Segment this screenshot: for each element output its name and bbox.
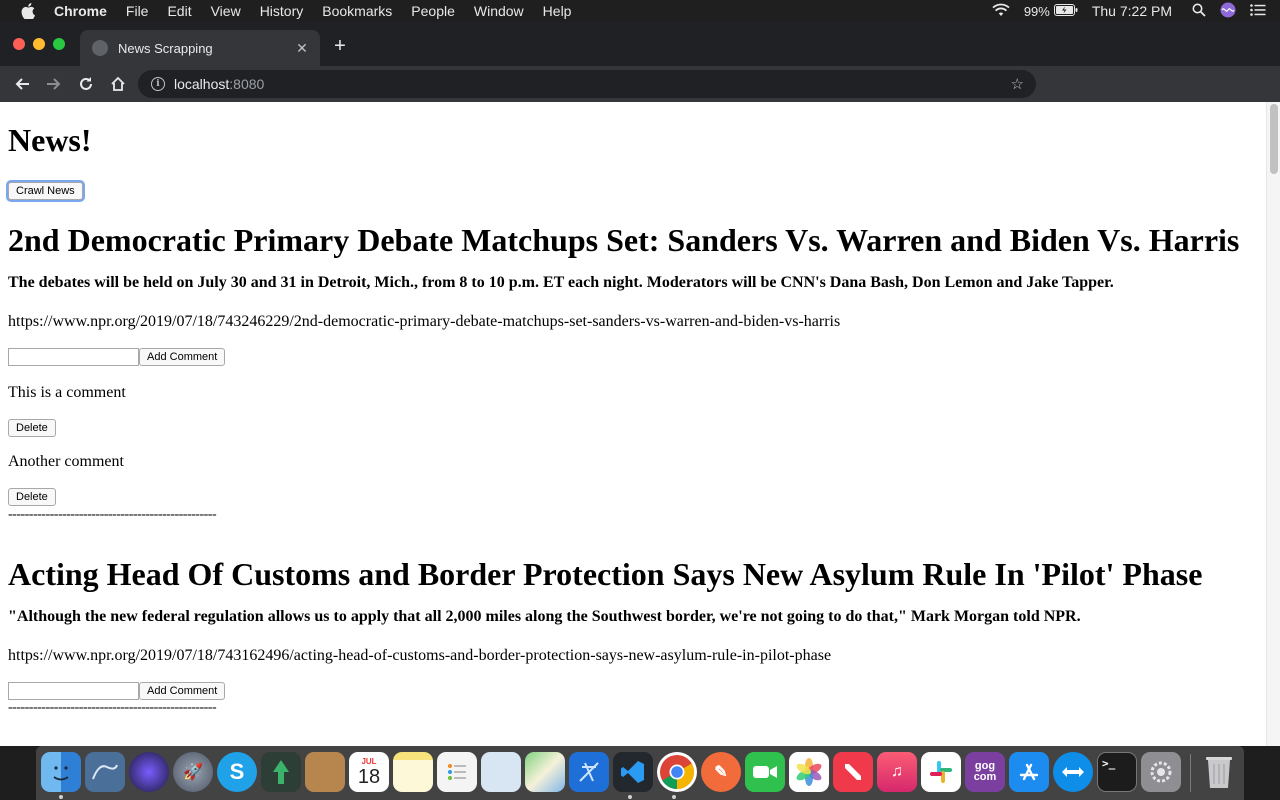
menu-file[interactable]: File (126, 3, 149, 19)
sketch-pencil-icon[interactable]: ✎ (701, 752, 741, 792)
chrome-running-indicator (672, 795, 676, 799)
zoom-window-button[interactable] (53, 38, 65, 50)
article: Acting Head Of Customs and Border Protec… (8, 556, 1266, 715)
menu-people[interactable]: People (411, 3, 455, 19)
trash-icon[interactable] (1199, 752, 1239, 792)
article: 2nd Democratic Primary Debate Matchups S… (8, 222, 1266, 522)
article-title: Acting Head Of Customs and Border Protec… (8, 556, 1203, 592)
menu-view[interactable]: View (211, 3, 241, 19)
article-separator: ----------------------------------------… (8, 700, 217, 715)
article-separator: ----------------------------------------… (8, 507, 217, 522)
itunes-music-icon[interactable]: ♫ (877, 752, 917, 792)
url-port: :8080 (229, 76, 265, 92)
calendar-month: JUL (361, 756, 377, 766)
facetime-icon[interactable] (745, 752, 785, 792)
notes-icon[interactable] (393, 752, 433, 792)
menu-history[interactable]: History (260, 3, 304, 19)
chrome-app-icon[interactable] (657, 752, 697, 792)
maps-icon[interactable] (525, 752, 565, 792)
page-scrollbar[interactable] (1266, 102, 1280, 746)
app-store-icon[interactable] (1009, 752, 1049, 792)
delete-comment-button[interactable]: Delete (8, 419, 56, 437)
gog-galaxy-icon[interactable]: gog com (965, 752, 1005, 792)
crawl-news-button[interactable]: Crawl News (8, 182, 83, 200)
comment-text: This is a comment (8, 384, 126, 401)
menu-bar: Chrome File Edit View History Bookmarks … (0, 0, 1280, 22)
site-info-icon[interactable]: i (151, 77, 165, 91)
skype-icon[interactable]: S (217, 752, 257, 792)
vscode-running-indicator (628, 795, 632, 799)
vscode-icon[interactable] (613, 752, 653, 792)
article-summary: "Although the new federal regulation all… (8, 608, 1081, 625)
siri-icon[interactable] (1220, 2, 1236, 21)
back-arrow-icon[interactable] (6, 70, 38, 98)
finder-icon[interactable] (41, 752, 81, 792)
launchpad-rocket-icon[interactable]: 🚀 (173, 752, 213, 792)
add-comment-button[interactable]: Add Comment (139, 682, 226, 700)
article-url: https://www.npr.org/2019/07/18/743246229… (8, 313, 841, 330)
article-url: https://www.npr.org/2019/07/18/743162496… (8, 647, 832, 664)
home-icon[interactable] (102, 70, 134, 98)
url-host: localhost (174, 76, 230, 92)
browser-toolbar: i localhost :8080 ☆ ⋮ (0, 66, 1280, 156)
photos-icon[interactable] (789, 752, 829, 792)
menu-app-name[interactable]: Chrome (54, 3, 107, 19)
xcode-icon[interactable] (569, 752, 609, 792)
menu-window[interactable]: Window (474, 3, 524, 19)
tab-title: News Scrapping (118, 40, 213, 56)
notification-center-icon[interactable] (1250, 3, 1266, 19)
article-title: 2nd Democratic Primary Debate Matchups S… (8, 222, 1240, 258)
system-preferences-gear-icon[interactable] (1141, 752, 1181, 792)
comment-text: Another comment (8, 453, 124, 470)
new-tab-plus-icon[interactable]: + (330, 36, 350, 56)
teamviewer-icon[interactable] (1053, 752, 1093, 792)
forward-arrow-icon[interactable] (38, 70, 70, 98)
sourcetree-icon[interactable] (261, 752, 301, 792)
dock: 🚀 S JUL 18 ✎ ♫ gog com >_ (36, 746, 1244, 800)
apple-icon[interactable] (20, 3, 36, 19)
mysql-workbench-icon[interactable] (85, 752, 125, 792)
status-area: 99% Thu 7:22 PM (992, 0, 1280, 22)
add-comment-row: Add Comment (8, 347, 1266, 367)
calendar-icon[interactable]: JUL 18 (349, 752, 389, 792)
article-summary: The debates will be held on July 30 and … (8, 274, 1114, 291)
menu-edit[interactable]: Edit (167, 3, 191, 19)
comment-input[interactable] (8, 348, 139, 366)
battery-percent: 99% (1023, 3, 1050, 19)
preview-photo-icon[interactable] (481, 752, 521, 792)
reload-icon[interactable] (70, 70, 102, 98)
siri-app-icon[interactable] (129, 752, 169, 792)
calendar-day: 18 (357, 765, 381, 788)
contacts-book-icon[interactable] (305, 752, 345, 792)
browser-tab[interactable]: News Scrapping ✕ (80, 30, 320, 66)
news-app-icon[interactable] (833, 752, 873, 792)
battery-icon[interactable] (1053, 3, 1078, 19)
page-viewport: News! Crawl News 2nd Democratic Primary … (0, 102, 1266, 746)
tab-favicon-globe-icon (92, 40, 108, 56)
add-comment-button[interactable]: Add Comment (139, 348, 226, 366)
wifi-icon[interactable] (992, 3, 1010, 20)
spotlight-search-icon[interactable] (1192, 3, 1206, 20)
dock-divider (1190, 754, 1191, 792)
terminal-icon[interactable]: >_ (1097, 752, 1137, 792)
add-comment-row: Add Comment (8, 681, 1266, 701)
page-title: News! (8, 122, 92, 158)
menu-help[interactable]: Help (543, 3, 572, 19)
reminders-icon[interactable] (437, 752, 477, 792)
bookmark-star-icon[interactable]: ☆ (1011, 75, 1024, 93)
close-window-button[interactable] (13, 38, 25, 50)
clock[interactable]: Thu 7:22 PM (1092, 3, 1172, 19)
minimize-window-button[interactable] (33, 38, 45, 50)
tab-strip: News Scrapping ✕ + (0, 22, 1280, 66)
scrollbar-thumb[interactable] (1270, 104, 1278, 174)
finder-running-indicator (59, 795, 63, 799)
comment-input[interactable] (8, 682, 139, 700)
address-bar[interactable]: i localhost :8080 ☆ (138, 70, 1036, 98)
tab-close-icon[interactable]: ✕ (292, 40, 312, 57)
menu-bookmarks[interactable]: Bookmarks (322, 3, 392, 19)
delete-comment-button[interactable]: Delete (8, 488, 56, 506)
slack-icon[interactable] (921, 752, 961, 792)
